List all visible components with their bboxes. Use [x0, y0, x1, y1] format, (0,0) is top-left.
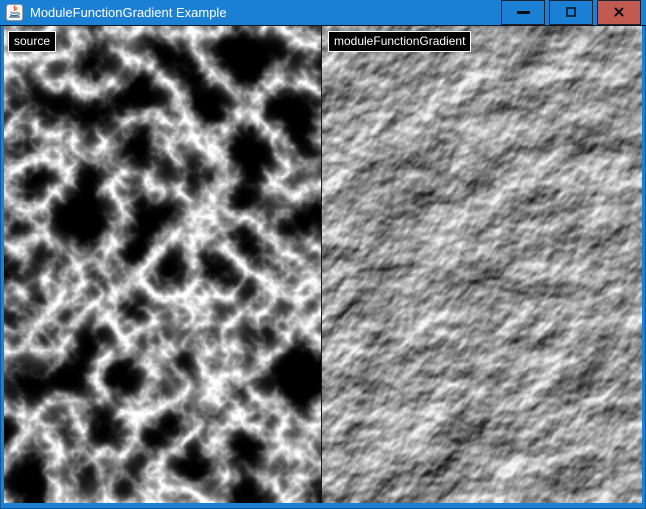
window-controls — [497, 0, 641, 25]
panel-module-function-gradient: moduleFunctionGradient — [322, 26, 642, 503]
maximize-button[interactable] — [549, 0, 593, 25]
window-title: ModuleFunctionGradient Example — [30, 0, 497, 26]
titlebar[interactable]: ModuleFunctionGradient Example — [0, 0, 646, 26]
source-label: source — [8, 31, 56, 52]
java-coffee-cup-icon — [6, 4, 23, 21]
minimize-button[interactable] — [501, 0, 545, 25]
module-function-gradient-image — [322, 26, 642, 503]
maximize-icon — [566, 7, 576, 17]
app-window: ModuleFunctionGradient Example source mo… — [0, 0, 646, 509]
module-function-gradient-label: moduleFunctionGradient — [328, 31, 471, 52]
close-button[interactable] — [597, 0, 641, 25]
content-area: source moduleFunctionGradient — [4, 26, 642, 503]
source-noise-image — [4, 26, 321, 503]
minimize-icon — [517, 11, 530, 14]
panel-source: source — [4, 26, 321, 503]
close-icon — [613, 6, 625, 18]
